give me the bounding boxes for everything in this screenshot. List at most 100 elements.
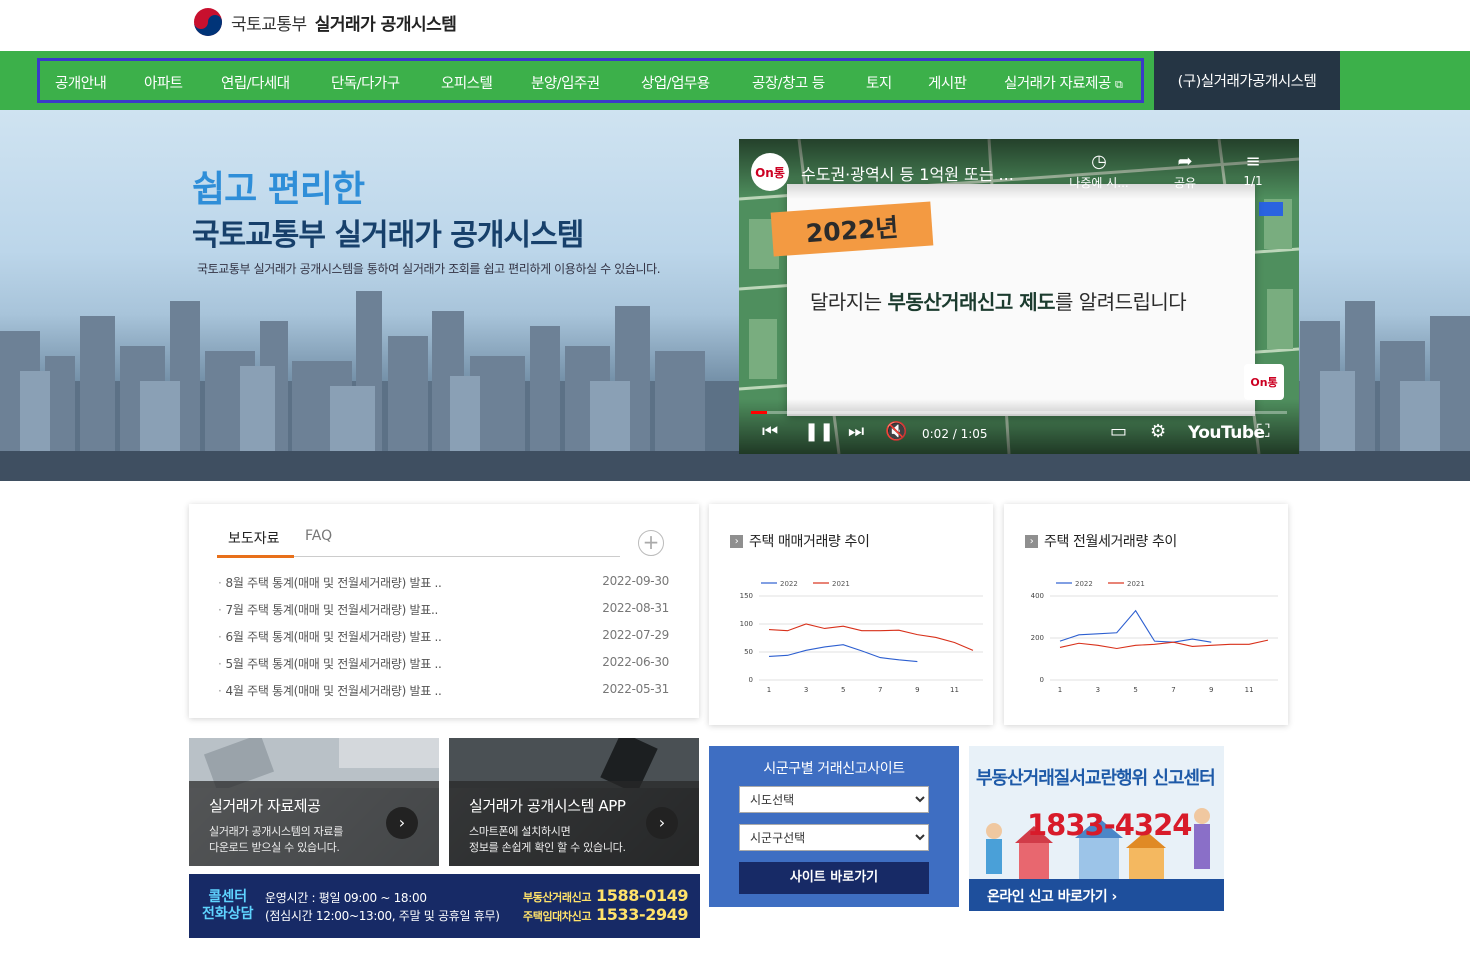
youtube-logo[interactable]: YouTube <box>1188 423 1265 443</box>
list-item[interactable]: 6월 주택 통계(매매 및 전월세거래량) 발표 .. 2022-07-29 <box>218 628 670 655</box>
banner-title: 실거래가 공개시스템 APP <box>469 797 626 815</box>
taegeuk-emblem-icon <box>194 8 222 36</box>
app-banner[interactable]: 실거래가 공개시스템 APP 스마트폰에 설치하시면정보를 손쉽게 확인 할 수… <box>449 738 699 866</box>
sale-chart-title: 주택 매매거래량 추이 <box>749 534 870 550</box>
phone-transaction-report[interactable]: 부동산거래신고 1588-0149 <box>523 886 689 905</box>
channel-watermark[interactable]: On통 <box>1244 364 1284 400</box>
tab-faq[interactable]: FAQ <box>305 528 332 544</box>
list-item[interactable]: 8월 주택 통계(매매 및 전월세거래량) 발표 .. 2022-09-30 <box>218 574 670 601</box>
sale-volume-chart-panel: › 주택 매매거래량 추이 2022 2021 0 50 100 150 1 3 5 7 9 11 <box>709 504 993 725</box>
online-report-label: 온라인 신고 바로가기 <box>987 889 1108 905</box>
x-tick-label: 1 <box>1058 686 1062 694</box>
report-center-banner[interactable]: 부동산거래질서교란행위 신고센터 1833-4324 온라인 신고 바로가기 › <box>969 746 1224 911</box>
legend-label: 2022 <box>780 580 798 588</box>
province-select[interactable]: 시도선택 <box>739 786 929 813</box>
previous-icon[interactable]: ⏮ <box>762 421 778 442</box>
pause-icon[interactable]: ❚❚ <box>804 421 834 442</box>
series-line-2022 <box>1059 609 1212 643</box>
nav-apartment[interactable]: 아파트 <box>144 72 183 93</box>
list-item[interactable]: 4월 주택 통계(매매 및 전월세거래량) 발표 .. 2022-05-31 <box>218 682 670 709</box>
notice-tabs: 보도자료 FAQ <box>217 526 620 558</box>
chevron-right-icon: › <box>1111 889 1118 905</box>
video-title[interactable]: 수도권·광역시 등 1억원 또는 ... <box>801 161 1014 185</box>
y-tick-label: 150 <box>740 592 753 600</box>
series-line-2022 <box>768 644 918 663</box>
clock-icon: ◷ <box>1091 151 1107 172</box>
rent-volume-line-chart: 2022 2021 0 200 400 1 3 5 7 9 11 <box>1031 580 1278 694</box>
video-progress-bar[interactable] <box>751 411 1287 414</box>
x-tick-label: 3 <box>1096 686 1100 694</box>
operating-hours: 운영시간 : 평일 09:00 ~ 18:00 (점심시간 12:00~13:00… <box>265 889 500 925</box>
banner-title: 실거래가 자료제공 <box>209 797 321 815</box>
nav-disclosure-guide[interactable]: 공개안내 <box>55 72 107 93</box>
nav-board[interactable]: 게시판 <box>928 72 967 93</box>
nav-data-provision[interactable]: 실거래가 자료제공 ⧉ <box>1004 72 1123 93</box>
call-center-banner: 콜센터 전화상담 운영시간 : 평일 09:00 ~ 18:00 (점심시간 12:… <box>189 874 700 938</box>
tab-press-release[interactable]: 보도자료 <box>217 528 294 558</box>
nav-presale[interactable]: 분양/입주권 <box>531 72 600 93</box>
notice-title[interactable]: 7월 주택 통계(매매 및 전월세거래량) 발표.. <box>218 601 439 628</box>
phone-lease-report[interactable]: 주택임대차신고 1533-2949 <box>523 905 689 924</box>
site-logo[interactable]: 국토교통부 실거래가 공개시스템 <box>193 7 457 37</box>
go-to-site-button[interactable]: 사이트 바로가기 <box>739 862 929 894</box>
headline-suffix: 를 알려드립니다 <box>1055 290 1187 314</box>
notice-title[interactable]: 6월 주택 통계(매매 및 전월세거래량) 발표 .. <box>218 628 442 655</box>
watch-later-button[interactable]: ◷ 나중에 시... <box>1069 151 1129 191</box>
more-plus-icon[interactable]: + <box>638 530 664 556</box>
x-tick-label: 9 <box>1209 686 1213 694</box>
nav-old-system[interactable]: (구)실거래가공개시스템 <box>1154 51 1340 110</box>
notice-date: 2022-07-29 <box>602 628 669 642</box>
nav-detached-multifamily[interactable]: 단독/다가구 <box>331 72 400 93</box>
chevron-right-icon[interactable]: › <box>646 807 678 839</box>
nav-data-provision-label: 실거래가 자료제공 <box>1004 76 1111 92</box>
online-report-link[interactable]: 온라인 신고 바로가기 › <box>987 886 1117 906</box>
district-select[interactable]: 시군구선택 <box>739 824 929 851</box>
fullscreen-icon[interactable]: ⛶ <box>1257 421 1270 442</box>
chevron-right-icon[interactable]: › <box>386 807 418 839</box>
share-button[interactable]: ➦ 공유 <box>1155 151 1215 191</box>
rent-chart-title: 주택 전월세거래량 추이 <box>1044 534 1177 550</box>
next-icon[interactable]: ⏭ <box>848 421 864 442</box>
y-tick-label: 50 <box>744 648 753 656</box>
notice-list: 8월 주택 통계(매매 및 전월세거래량) 발표 .. 2022-09-30 7월… <box>218 574 670 709</box>
data-provision-banner[interactable]: 실거래가 자료제공 실거래가 공개시스템의 자료를 다운로드 받으실 수 있습니다… <box>189 738 439 866</box>
system-name: 실거래가 공개시스템 <box>314 14 457 35</box>
nav-row-multiplex[interactable]: 연립/다세대 <box>221 72 290 93</box>
channel-avatar[interactable]: On통 <box>751 153 789 191</box>
report-footer: 온라인 신고 바로가기 › <box>969 879 1224 911</box>
call-center-label-2: 전화상담 <box>202 906 254 922</box>
report-center-title: 부동산거래질서교란행위 신고센터 <box>976 768 1216 789</box>
playlist-button[interactable]: ≡ 1/1 <box>1223 151 1283 188</box>
report-center-number: 1833-4324 <box>1027 808 1192 842</box>
x-tick-label: 1 <box>767 686 771 694</box>
subtitles-icon[interactable]: ▭ <box>1110 421 1127 442</box>
x-tick-label: 5 <box>1133 686 1137 694</box>
list-item[interactable]: 5월 주택 통계(매매 및 전월세거래량) 발표 .. 2022-06-30 <box>218 655 670 682</box>
nav-land[interactable]: 토지 <box>866 72 892 93</box>
notice-date: 2022-09-30 <box>602 574 669 588</box>
nav-officetel[interactable]: 오피스텔 <box>441 72 493 93</box>
chart-title: › 주택 매매거래량 추이 <box>730 531 870 551</box>
settings-gear-icon[interactable]: ⚙ <box>1150 421 1166 442</box>
banner-desc-line: 정보를 손쉽게 확인 할 수 있습니다. <box>469 841 626 854</box>
banner-desc-line: 스마트폰에 설치하시면 <box>469 825 571 838</box>
video-headline: 달라지는 부동산거래신고 제도를 알려드립니다 <box>810 286 1187 315</box>
regional-report-site-box: 시군구별 거래신고사이트 시도선택 시군구선택 사이트 바로가기 <box>709 746 959 907</box>
youtube-video-player[interactable]: 2022년 달라지는 부동산거래신고 제도를 알려드립니다 On통 수도권·광역… <box>739 139 1299 454</box>
notice-title[interactable]: 5월 주택 통계(매매 및 전월세거래량) 발표 .. <box>218 655 442 682</box>
list-item[interactable]: 7월 주택 통계(매매 및 전월세거래량) 발표.. 2022-08-31 <box>218 601 670 628</box>
x-tick-label: 5 <box>841 686 845 694</box>
watch-later-label: 나중에 시... <box>1069 176 1129 190</box>
notice-title[interactable]: 4월 주택 통계(매매 및 전월세거래량) 발표 .. <box>218 682 442 709</box>
nav-commercial[interactable]: 상업/업무용 <box>641 72 710 93</box>
y-tick-label: 200 <box>1031 634 1044 642</box>
legend-label: 2021 <box>832 580 850 588</box>
main-navigation: 공개안내 아파트 연립/다세대 단독/다가구 오피스텔 분양/입주권 상업/업무… <box>0 51 1470 110</box>
mute-icon[interactable]: 🔇 <box>885 421 907 442</box>
nav-factory-warehouse[interactable]: 공장/창고 등 <box>752 72 825 93</box>
y-tick-label: 0 <box>749 676 753 684</box>
x-tick-label: 3 <box>804 686 808 694</box>
notice-title[interactable]: 8월 주택 통계(매매 및 전월세거래량) 발표 .. <box>218 574 442 601</box>
gnb-highlight-box: 공개안내 아파트 연립/다세대 단독/다가구 오피스텔 분양/입주권 상업/업무… <box>37 58 1144 103</box>
external-link-icon: ⧉ <box>1114 78 1123 91</box>
